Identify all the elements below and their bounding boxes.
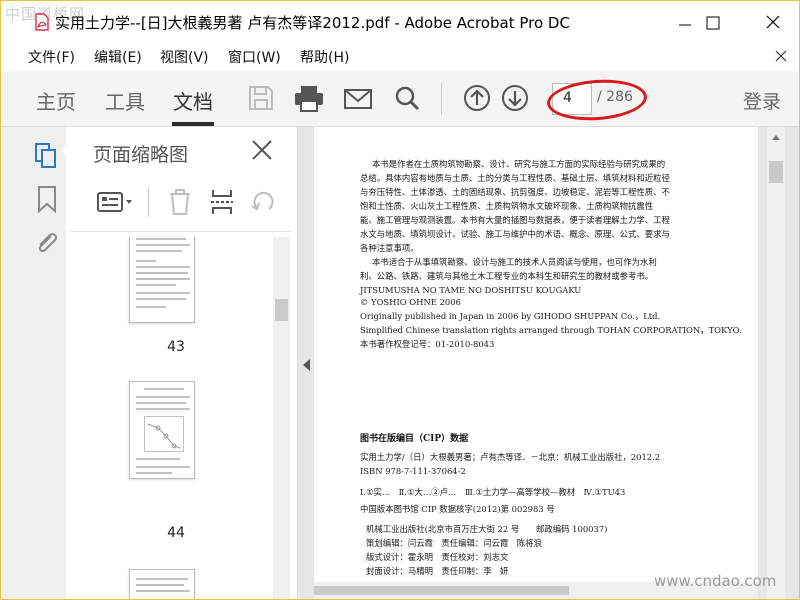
doc-line: © YOSHIO OHNE 2006 xyxy=(360,297,461,307)
doc-line: 水文与地质、填筑坝设计、试验、施工与维护中的术语、概念、原理、公式、要求与 xyxy=(360,229,670,239)
doc-line: Originally published in Japan in 2006 by… xyxy=(360,311,661,321)
menu-help[interactable]: 帮助(H) xyxy=(300,47,349,67)
doc-line: 机械工业出版社(北京市百万庄大街 22 号 邮政编码 100037) xyxy=(366,524,608,534)
doc-line: 本书著作权登记号：01-2010-8043 xyxy=(360,339,495,349)
rotate-page-icon[interactable] xyxy=(249,187,277,217)
maximize-button[interactable] xyxy=(693,7,733,37)
thumbnail-list: 43 44 xyxy=(66,237,276,599)
menu-edit[interactable]: 编辑(E) xyxy=(94,47,142,67)
doc-line: 饱和土性质、火山灰土工程性质、土质构筑物水文破坏现象、土质构筑物抗震性 xyxy=(360,201,654,211)
doc-line: 各种注意事项。 xyxy=(360,243,419,253)
tab-tools[interactable]: 工具 xyxy=(105,86,145,115)
menu-view[interactable]: 视图(V) xyxy=(160,47,209,67)
document-horizontal-scrollbar-thumb[interactable] xyxy=(314,586,569,595)
menu-bar: 文件(F) 编辑(E) 视图(V) 窗口(W) 帮助(H) xyxy=(1,41,799,71)
cip-heading: 图书在版编目（CIP）数据 xyxy=(360,434,469,444)
page-thumbnails-icon[interactable] xyxy=(33,141,59,171)
menu-file[interactable]: 文件(F) xyxy=(28,47,75,67)
title-bar: 中国道桥网 实用土力学--[日]大根義男著 卢有杰等译2012.pdf - Ad… xyxy=(1,1,799,41)
thumbnail-scrollbar-thumb[interactable] xyxy=(275,299,288,321)
doc-line: ISBN 978-7-111-37064-2 xyxy=(360,466,466,476)
active-tab-indicator xyxy=(172,122,214,126)
thumb-toolbar-separator xyxy=(148,187,149,217)
email-icon[interactable] xyxy=(343,81,373,115)
thumbnail-page-43[interactable] xyxy=(129,237,195,323)
close-window-button[interactable] xyxy=(753,7,793,37)
thumbnail-options-icon[interactable] xyxy=(96,187,136,217)
close-document-icon[interactable] xyxy=(774,49,788,63)
document-vertical-scrollbar[interactable] xyxy=(767,127,785,599)
delete-page-icon[interactable] xyxy=(167,187,193,217)
right-side-strip xyxy=(785,127,799,599)
thumbnail-label-43: 43 xyxy=(167,339,185,355)
panel-title: 页面缩略图 xyxy=(93,144,189,166)
close-panel-icon[interactable] xyxy=(251,139,273,161)
page-up-icon[interactable] xyxy=(462,81,492,115)
thumbnail-page-44[interactable] xyxy=(129,381,195,479)
doc-line: JITSUMUSHA NO TAME NO DOSHITSU KOUGAKU xyxy=(360,285,582,295)
doc-line: Simplified Chinese translation rights ar… xyxy=(360,325,742,335)
page-down-icon[interactable] xyxy=(500,81,530,115)
doc-line: 封面设计：马精明 责任印制：李 妍 xyxy=(366,566,509,576)
tab-document[interactable]: 文档 xyxy=(173,86,213,115)
search-icon[interactable] xyxy=(392,81,422,115)
print-icon[interactable] xyxy=(293,81,325,115)
login-button[interactable]: 登录 xyxy=(743,87,781,114)
window-title: 实用土力学--[日]大根義男著 卢有杰等译2012.pdf - Adobe Ac… xyxy=(55,14,570,32)
thumbnail-scrollbar[interactable] xyxy=(273,237,290,599)
scroll-up-icon[interactable] xyxy=(771,133,781,141)
doc-line: 中国版本图书馆 CIP 数据核字(2012)第 002983 号 xyxy=(360,504,555,514)
attachment-icon[interactable] xyxy=(33,227,59,257)
doc-line: 本书适合于从事填筑勘察、设计与施工的技术人员阅读与使用，也可作为水利 xyxy=(372,257,657,267)
save-icon[interactable] xyxy=(246,81,276,115)
doc-line: 利、公路、铁路、建筑与其他土木工程专业的本科生和研究生的教材或参考书。 xyxy=(360,271,654,281)
document-vertical-scrollbar-thumb[interactable] xyxy=(769,161,783,183)
toolbar-separator xyxy=(441,83,442,115)
left-navigation-rail xyxy=(1,127,68,599)
doc-line: Ⅰ.①实… Ⅱ.①大…②卢… Ⅲ.①土力学—高等学校—教材 Ⅳ.①TU43 xyxy=(360,487,626,497)
doc-line: 实用土力学/（日）大根義男著；卢有杰等译．－北京：机械工业出版社，2012.2 xyxy=(360,452,661,462)
doc-line: 能、施工管理与观测装置。本书有大量的插图与数据表，便于读者理解土力学、工程 xyxy=(360,215,670,225)
doc-line: 策划编辑：闫云霞 责任编辑：闫云霞 陈将浪 xyxy=(366,538,542,548)
close-icon xyxy=(766,15,780,29)
document-page: 本书是作者在土质构筑物勘察、设计、研究与施工方面的实际经验与研究成果的 总结。具… xyxy=(314,127,758,599)
thumbnail-label-44: 44 xyxy=(167,525,185,541)
acrobat-app-icon xyxy=(35,13,49,31)
tab-home[interactable]: 主页 xyxy=(36,86,76,115)
doc-line: 与夯压特性、土体渗透、土的固结现象、抗剪强度、边坡稳定、泥岩等工程性质、不 xyxy=(360,187,670,197)
panel-divider xyxy=(71,231,291,232)
watermark-bottom-right: www.cndao.com xyxy=(654,572,777,590)
maximize-icon xyxy=(706,16,720,30)
document-viewport: 本书是作者在土质构筑物勘察、设计、研究与施工方面的实际经验与研究成果的 总结。具… xyxy=(298,127,767,599)
doc-line: 本书是作者在土质构筑物勘察、设计、研究与施工方面的实际经验与研究成果的 xyxy=(372,159,666,169)
toolbar: 主页 工具 文档 4 / 286 登录 xyxy=(1,71,799,127)
doc-line: 版式设计：霍永明 责任校对：刘志文 xyxy=(366,552,509,562)
page-thumbnails-panel: 页面缩略图 43 44 xyxy=(66,127,298,599)
menu-window[interactable]: 窗口(W) xyxy=(228,47,281,67)
thumbnail-figure xyxy=(144,416,184,452)
bookmark-icon[interactable] xyxy=(35,184,61,214)
extract-page-icon[interactable] xyxy=(209,187,235,217)
collapse-panel-arrow[interactable] xyxy=(303,359,310,371)
thumbnail-page-45[interactable] xyxy=(129,569,195,599)
doc-line: 总结。具体内容有地质与土质、土的分类与工程性质、基础土层、填筑材料和近粒径 xyxy=(360,173,670,183)
